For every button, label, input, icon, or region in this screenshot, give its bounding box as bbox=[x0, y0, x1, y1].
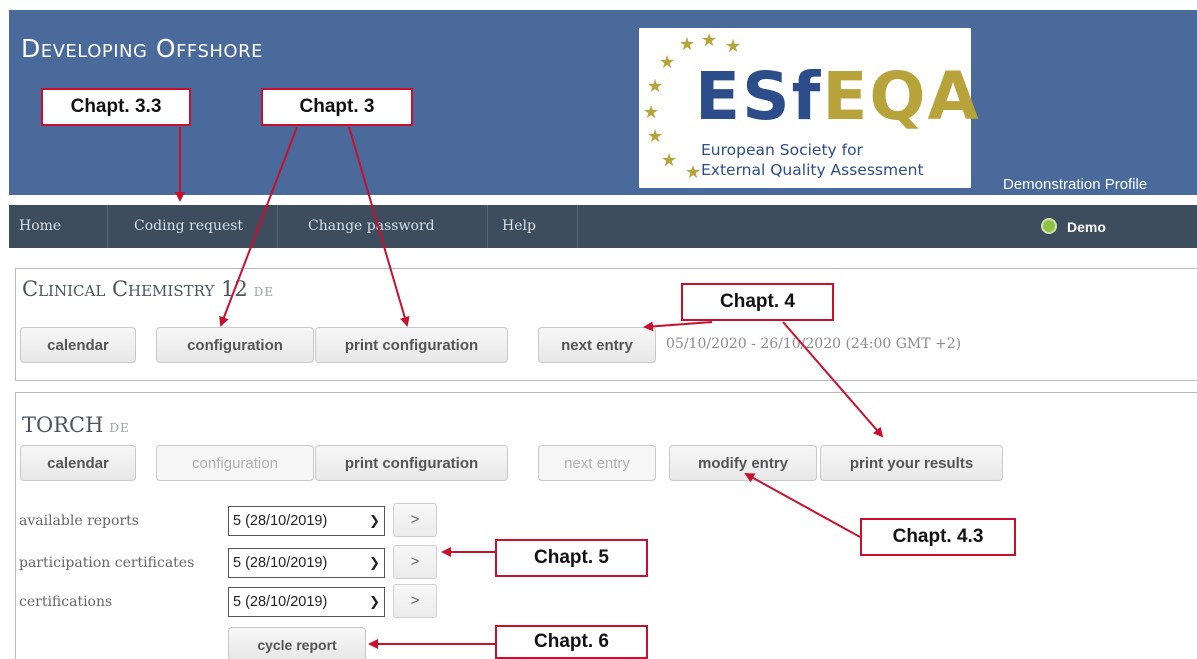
callout-chapter-3-3: Chapt. 3.3 bbox=[41, 88, 191, 126]
callout-chapter-5: Chapt. 5 bbox=[495, 539, 648, 577]
callout-chapter-4: Chapt. 4 bbox=[681, 283, 834, 321]
callout-chapter-4-3: Chapt. 4.3 bbox=[860, 518, 1016, 556]
callout-chapter-3: Chapt. 3 bbox=[261, 88, 413, 126]
callout-chapter-6: Chapt. 6 bbox=[495, 625, 648, 659]
